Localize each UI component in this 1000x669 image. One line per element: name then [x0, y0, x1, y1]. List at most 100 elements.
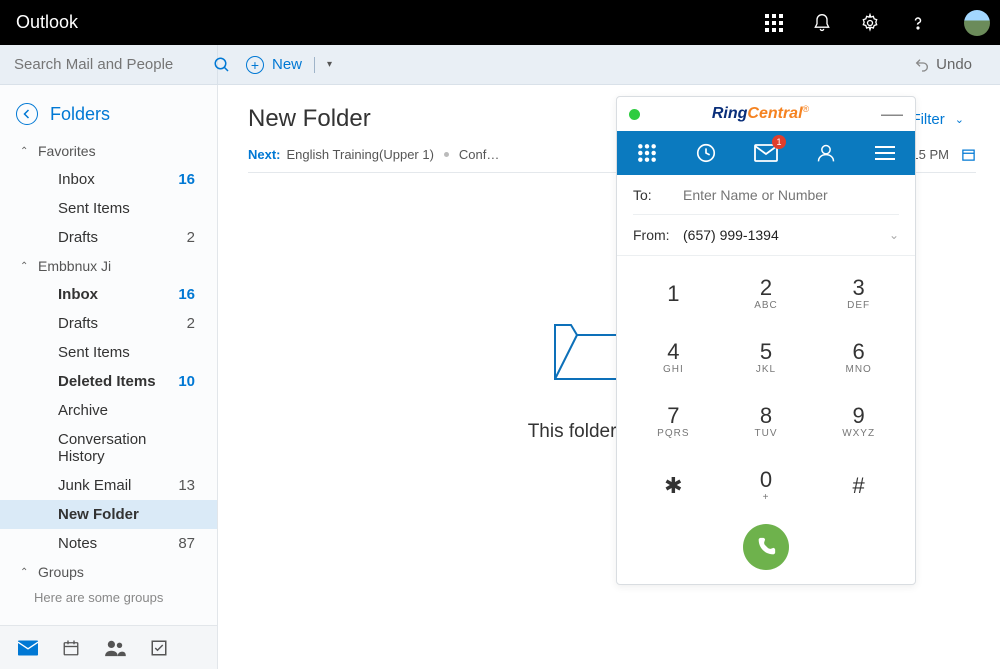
minimize-icon[interactable]: — — [881, 109, 903, 119]
help-icon[interactable] — [906, 11, 930, 35]
dialpad-key[interactable]: 4GHI — [627, 330, 720, 384]
key-digit: 4 — [667, 339, 679, 365]
rc-from-row[interactable]: From: (657) 999-1394 ⌄ — [633, 215, 899, 255]
folder-label: Archive — [58, 402, 108, 419]
folder-item[interactable]: Notes87 — [0, 529, 217, 558]
folder-label: Conversation History — [58, 431, 195, 465]
groups-note: Here are some groups — [0, 586, 217, 609]
folder-count: 16 — [178, 171, 195, 188]
folder-item[interactable]: Deleted Items10 — [0, 367, 217, 396]
key-letters: ABC — [754, 300, 778, 311]
dialpad-key[interactable]: 1 — [627, 266, 720, 320]
rc-to-row[interactable]: To: — [633, 175, 899, 215]
key-letters: GHI — [663, 364, 684, 375]
dialpad-key[interactable]: 6MNO — [812, 330, 905, 384]
dialpad-key[interactable]: # — [812, 458, 905, 512]
to-input[interactable] — [683, 187, 899, 203]
history-tab-icon[interactable] — [686, 133, 726, 173]
chevron-down-icon: ⌄ — [955, 113, 964, 126]
chevron-down-icon[interactable]: ▾ — [327, 59, 332, 70]
favorites-section[interactable]: ⌃ Favorites — [0, 137, 217, 165]
next-location: Conf… — [459, 147, 499, 162]
folder-label: New Folder — [58, 506, 139, 523]
dialpad-key[interactable]: 0+ — [720, 458, 813, 512]
folder-item[interactable]: Sent Items — [0, 338, 217, 367]
back-icon[interactable] — [16, 103, 38, 125]
menu-icon[interactable] — [865, 133, 905, 173]
from-label: From: — [633, 227, 683, 243]
folder-item[interactable]: Conversation History — [0, 425, 217, 471]
filter-label: Filter — [911, 111, 944, 128]
folder-count: 13 — [178, 477, 195, 494]
sidebar-module-switcher — [0, 625, 217, 669]
key-digit: # — [853, 473, 865, 499]
caret-icon: ⌃ — [20, 261, 30, 272]
calendar-icon[interactable] — [62, 639, 80, 657]
caret-icon: ⌃ — [20, 567, 30, 578]
folder-count: 2 — [187, 229, 195, 246]
key-letters: MNO — [845, 364, 871, 375]
search-input[interactable] — [14, 56, 213, 73]
notifications-icon[interactable] — [810, 11, 834, 35]
user-avatar[interactable] — [964, 10, 990, 36]
search-box[interactable] — [0, 45, 218, 85]
key-letters: PQRS — [657, 428, 689, 439]
dialpad-key[interactable]: 8TUV — [720, 394, 813, 448]
new-button[interactable]: + New ▾ — [246, 56, 332, 74]
undo-button[interactable]: Undo — [914, 56, 972, 73]
folder-count: 87 — [178, 535, 195, 552]
contacts-tab-icon[interactable] — [806, 133, 846, 173]
presence-indicator — [629, 109, 640, 120]
key-letters: JKL — [756, 364, 776, 375]
key-letters: TUV — [754, 428, 777, 439]
page-title: New Folder — [248, 105, 371, 133]
filter-button[interactable]: Filter ⌄ — [911, 111, 964, 128]
chevron-down-icon[interactable]: ⌄ — [889, 228, 899, 242]
folder-label: Inbox — [58, 171, 95, 188]
favorites-label: Favorites — [38, 143, 96, 159]
caret-icon: ⌃ — [20, 146, 30, 157]
calendar-small-icon[interactable] — [961, 147, 976, 162]
rc-header: RingCentral® — — [617, 97, 915, 131]
folder-label: Sent Items — [58, 200, 130, 217]
rc-nav: 1 — [617, 131, 915, 175]
mailbox-section[interactable]: ⌃ Embbnux Ji — [0, 252, 217, 280]
folder-label: Drafts — [58, 229, 98, 246]
folder-item[interactable]: Inbox 16 — [0, 280, 217, 309]
folder-label: Deleted Items — [58, 373, 156, 390]
folder-item[interactable]: Junk Email13 — [0, 471, 217, 500]
key-digit: 3 — [853, 275, 865, 301]
search-icon[interactable] — [213, 56, 231, 74]
groups-section[interactable]: ⌃ Groups — [0, 558, 217, 586]
tasks-icon[interactable] — [150, 639, 168, 657]
folder-count: 2 — [187, 315, 195, 332]
folder-item[interactable]: Drafts2 — [0, 309, 217, 338]
header-actions — [762, 10, 990, 36]
dialpad-key[interactable]: 5JKL — [720, 330, 813, 384]
folders-header[interactable]: Folders — [0, 99, 217, 137]
to-label: To: — [633, 187, 683, 203]
folder-item[interactable]: Inbox 16 — [0, 165, 217, 194]
app-title: Outlook — [10, 12, 78, 33]
key-letters: WXYZ — [842, 428, 875, 439]
people-icon[interactable] — [104, 639, 126, 657]
ringcentral-widget[interactable]: RingCentral® — 1 To: From: (657) 999-139… — [616, 96, 916, 585]
dialpad-tab-icon[interactable] — [627, 133, 667, 173]
messages-tab-icon[interactable]: 1 — [746, 133, 786, 173]
dialpad-key[interactable]: 9WXYZ — [812, 394, 905, 448]
key-digit: ✱ — [664, 473, 682, 499]
dialpad-key[interactable]: 3DEF — [812, 266, 905, 320]
app-launcher-icon[interactable] — [762, 11, 786, 35]
folder-item[interactable]: Archive — [0, 396, 217, 425]
mail-icon[interactable] — [18, 640, 38, 656]
folder-count: 16 — [178, 286, 195, 303]
dialpad-key[interactable]: 7PQRS — [627, 394, 720, 448]
dialpad-key[interactable]: 2ABC — [720, 266, 813, 320]
folder-item[interactable]: Sent Items — [0, 194, 217, 223]
call-button[interactable] — [743, 524, 789, 570]
settings-icon[interactable] — [858, 11, 882, 35]
folder-label: Inbox — [58, 286, 98, 303]
folder-item[interactable]: Drafts 2 — [0, 223, 217, 252]
dialpad-key[interactable]: ✱ — [627, 458, 720, 512]
folder-item[interactable]: New Folder — [0, 500, 217, 529]
